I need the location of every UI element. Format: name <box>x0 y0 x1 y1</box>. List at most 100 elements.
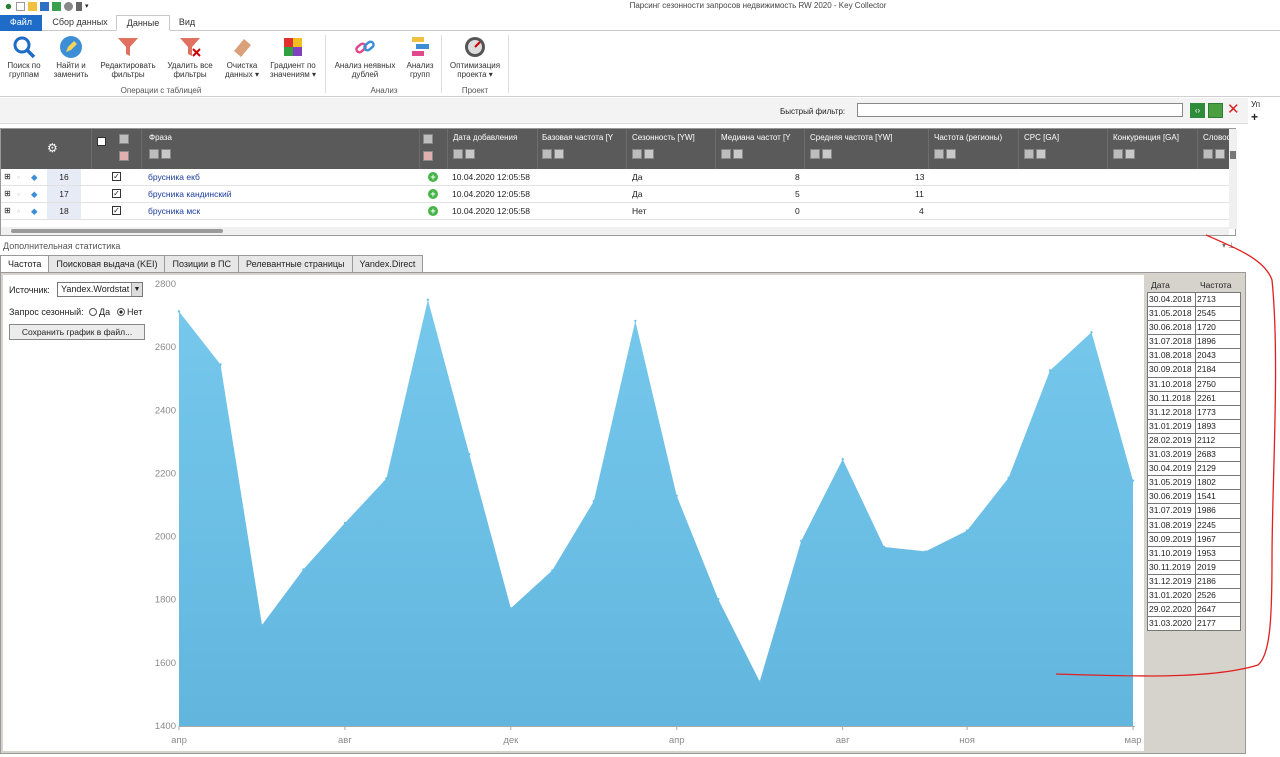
frequency-cell: 1720 <box>1195 320 1241 336</box>
col-region-freq[interactable]: Частота (регионы) <box>934 133 1016 142</box>
column-filter-icons[interactable] <box>1024 149 1046 159</box>
find-replace-button[interactable]: Найти и заменить <box>50 35 92 79</box>
add-icon[interactable]: + <box>428 189 438 199</box>
lock-icon[interactable]: ▫ <box>17 189 20 199</box>
seasonal-yes-radio[interactable]: Да <box>89 307 110 317</box>
tab-frequency[interactable]: Частота <box>0 255 50 272</box>
clean-data-button[interactable]: Очистка данных ▾ <box>222 35 262 79</box>
tab-data-collection[interactable]: Сбор данных <box>46 15 114 31</box>
gradient-values-button[interactable]: Градиент по значениям ▾ <box>266 35 320 79</box>
column-filter-icons[interactable] <box>1113 149 1135 159</box>
implicit-duplicates-button[interactable]: Анализ неявных дублей <box>330 35 400 79</box>
col-base-freq[interactable]: Базовая частота [Y <box>542 133 622 142</box>
search-groups-button[interactable]: Поиск по группам <box>4 35 44 79</box>
quick-filter-input[interactable] <box>857 103 1183 117</box>
frequency-table-row: 30.11.2019 2019 <box>1147 559 1243 575</box>
expand-icon[interactable]: ⊞ <box>4 189 11 198</box>
header-separator <box>1107 129 1108 169</box>
frequency-cell: 2245 <box>1195 517 1241 533</box>
quick-filter-bar: Быстрый фильтр: ‹› ✕ <box>0 98 1248 124</box>
scrollbar-thumb[interactable] <box>1230 151 1236 159</box>
row-checkbox[interactable]: ✓ <box>112 189 121 198</box>
analyze-groups-button[interactable]: Анализ групп <box>403 35 437 79</box>
lock-icon[interactable]: ▫ <box>17 172 20 182</box>
row-checkbox[interactable]: ✓ <box>112 172 121 181</box>
shield-icon[interactable]: ◆ <box>31 189 38 200</box>
frequency-table-row: 30.04.2019 2129 <box>1147 461 1243 477</box>
column-settings-icon[interactable]: ⚙ <box>47 141 58 155</box>
chevron-down-icon[interactable]: ▼ <box>131 283 142 296</box>
seasonal-no-radio[interactable]: Нет <box>117 307 142 317</box>
col-seasonality[interactable]: Сезонность [YW] <box>632 133 716 142</box>
title-bar: ▾ Парсинг сезонности запросов недвижимос… <box>0 0 1280 14</box>
frequency-table-row: 31.08.2018 2043 <box>1147 348 1243 364</box>
col-cpc[interactable]: CPC [GA] <box>1024 133 1106 142</box>
group-analysis: Анализ <box>370 86 398 95</box>
table-row[interactable]: ⊞ ▫ ◆ 17 ✓ брусника кандинский + 10.04.2… <box>1 186 1231 203</box>
shield-icon[interactable]: ◆ <box>31 172 38 183</box>
column-filter-icons[interactable] <box>542 149 564 159</box>
source-select[interactable]: Yandex.Wordstat ▼ <box>57 282 143 297</box>
tab-file[interactable]: Файл <box>0 15 42 31</box>
column-filter-icons[interactable] <box>721 149 743 159</box>
col-avg-freq[interactable]: Средняя частота [YW] <box>810 133 922 142</box>
row-checkbox[interactable]: ✓ <box>112 206 121 215</box>
tab-view[interactable]: Вид <box>172 15 202 31</box>
grid-vertical-scrollbar[interactable] <box>1229 129 1237 229</box>
shield-icon[interactable]: ◆ <box>31 206 38 217</box>
col-phrase[interactable]: Фраза <box>149 133 172 142</box>
col-competition[interactable]: Конкуренция [GA] <box>1113 133 1197 142</box>
tab-search-results[interactable]: Поисковая выдача (KEI) <box>48 255 166 272</box>
edit-filters-button[interactable]: Редактировать фильтры <box>98 35 158 79</box>
col-median-freq[interactable]: Медиана частот [Y <box>721 133 801 142</box>
stats-panel-title: Дополнительная статистика <box>3 241 121 251</box>
ribbon-separator <box>325 35 326 93</box>
add-icon[interactable]: + <box>1251 110 1258 124</box>
add-icon[interactable]: + <box>428 172 438 182</box>
table-row[interactable]: ⊞ ▫ ◆ 16 ✓ брусника екб + 10.04.2020 12:… <box>1 169 1231 186</box>
frequency-cell: 2186 <box>1195 573 1241 589</box>
column-filter-icons[interactable] <box>423 151 433 161</box>
table-row[interactable]: ⊞ ▫ ◆ 18 ✓ брусника мск + 10.04.2020 12:… <box>1 203 1231 220</box>
tab-yandex-direct[interactable]: Yandex.Direct <box>351 255 424 272</box>
phrase-cell[interactable]: брусника мск <box>148 206 200 216</box>
column-filter-icons[interactable] <box>934 149 956 159</box>
pin-icon[interactable]: ▾ ⊥ <box>1222 241 1235 250</box>
delete-all-filters-button[interactable]: Удалить все фильтры <box>162 35 218 79</box>
col-wordforms[interactable]: Словоформы <box>1203 133 1229 142</box>
column-filter-icons[interactable] <box>453 149 475 159</box>
column-filter-icons[interactable] <box>119 134 129 144</box>
column-filter-icons[interactable] <box>119 151 129 161</box>
phrase-cell[interactable]: брусника екб <box>148 172 200 182</box>
ribbon-tabs: Файл Сбор данных Данные Вид <box>0 14 1280 31</box>
tab-data[interactable]: Данные <box>116 15 170 31</box>
column-filter-icons[interactable] <box>423 134 433 144</box>
column-filter-icons[interactable] <box>1203 149 1225 159</box>
code-filter-icon[interactable]: ‹› <box>1190 103 1205 118</box>
column-filter-icons[interactable] <box>810 149 832 159</box>
y-tick-label: 2000 <box>155 532 176 543</box>
scrollbar-thumb[interactable] <box>11 229 223 233</box>
col-date-added[interactable]: Дата добавления <box>453 133 537 142</box>
date-cell: 30.04.2018 <box>1147 292 1196 308</box>
column-filter-icons[interactable] <box>149 149 171 159</box>
apply-filter-icon[interactable] <box>1208 103 1223 118</box>
header-separator <box>1018 129 1019 169</box>
save-chart-button[interactable]: Сохранить график в файл... <box>9 324 145 340</box>
select-all-checkbox[interactable]: ✓ <box>97 137 106 146</box>
add-icon[interactable]: + <box>428 206 438 216</box>
phrase-cell[interactable]: брусника кандинский <box>148 189 232 199</box>
expand-icon[interactable]: ⊞ <box>4 206 11 215</box>
y-tick-label: 1800 <box>155 595 176 606</box>
optimize-project-button[interactable]: Оптимизация проекта ▾ <box>445 35 505 79</box>
tab-positions[interactable]: Позиции в ПС <box>164 255 239 272</box>
lock-icon[interactable]: ▫ <box>17 206 20 216</box>
clear-filter-icon[interactable]: ✕ <box>1227 102 1242 118</box>
tab-relevant-pages[interactable]: Релевантные страницы <box>237 255 353 272</box>
row-number: 18 <box>47 203 81 219</box>
frequency-table-row: 31.07.2018 1896 <box>1147 334 1243 350</box>
column-filter-icons[interactable] <box>632 149 654 159</box>
expand-icon[interactable]: ⊞ <box>4 172 11 181</box>
data-point <box>758 680 761 683</box>
grid-horizontal-scrollbar[interactable] <box>1 227 1229 235</box>
